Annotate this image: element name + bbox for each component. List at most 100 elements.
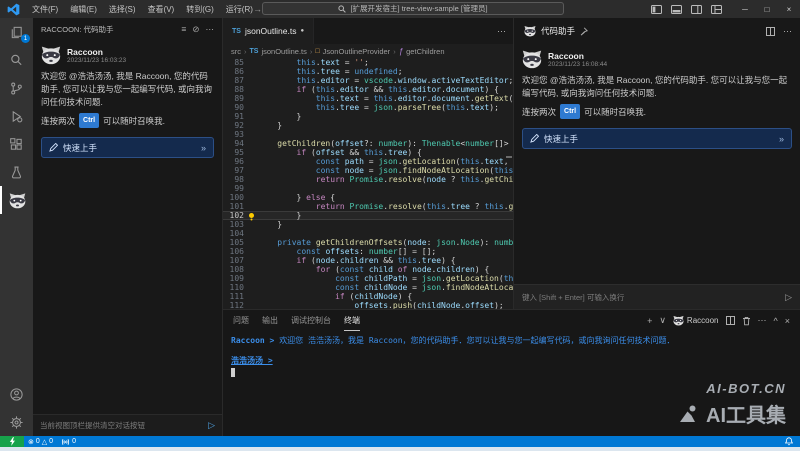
code-line[interactable]: 101 return Promise.resolve(this.tree ? t… xyxy=(223,202,513,211)
code-line[interactable]: 98 return Promise.resolve(node ? this.ge… xyxy=(223,175,513,184)
explorer-icon[interactable]: 1 xyxy=(0,18,33,46)
editor-actions-more-icon[interactable]: ⋯ xyxy=(497,26,513,37)
code-line[interactable]: 102 } xyxy=(223,211,513,220)
more-actions-icon[interactable]: ⋯ xyxy=(206,24,215,35)
tab-code-assistant[interactable]: 代码助手 xyxy=(514,18,598,44)
terminal-dropdown-icon[interactable]: ∨ xyxy=(659,315,666,326)
maximize-panel-icon[interactable]: ^ xyxy=(774,316,778,326)
back-icon[interactable]: ← xyxy=(236,4,245,14)
modified-dot-icon[interactable]: ● xyxy=(300,28,304,34)
clear-chat-icon[interactable]: ⊘ xyxy=(192,24,199,35)
new-terminal-icon[interactable]: + xyxy=(647,316,652,326)
raccoon-icon xyxy=(673,315,684,326)
panel-tab-bar: 问题 输出 调试控制台 终端 + ∨ Raccoon ⋯ ^ xyxy=(223,310,800,331)
breadcrumb-file[interactable]: jsonOutline.ts xyxy=(261,47,306,56)
code-line[interactable]: 108 for (const child of node.children) { xyxy=(223,265,513,274)
customize-layout-icon[interactable] xyxy=(711,5,722,14)
tab-problems[interactable]: 问题 xyxy=(233,310,249,331)
code-line[interactable]: 105 private getChildrenOffsets(node: jso… xyxy=(223,238,513,247)
tab-debug-console[interactable]: 调试控制台 xyxy=(291,310,331,331)
testing-icon[interactable] xyxy=(0,158,33,186)
code-line[interactable]: 112 offsets.push(childNode.offset); xyxy=(223,301,513,309)
menu-edit[interactable]: 编辑(E) xyxy=(64,4,103,15)
code-line[interactable]: 100 } else { xyxy=(223,193,513,202)
quickstart-button[interactable]: 快速上手 » xyxy=(41,137,214,158)
code-line[interactable]: 107 if (node.children && this.tree) { xyxy=(223,256,513,265)
breadcrumb-method[interactable]: getChildren xyxy=(406,47,444,56)
code-line[interactable]: 96 const path = json.getLocation(this.te… xyxy=(223,157,513,166)
pin-icon[interactable] xyxy=(580,27,588,36)
code-line[interactable]: 91 } xyxy=(223,112,513,121)
more-actions-icon[interactable]: ⋯ xyxy=(758,315,767,326)
remote-indicator[interactable] xyxy=(0,436,24,447)
more-actions-icon[interactable]: ⋯ xyxy=(783,26,792,37)
code-text: if (offset && this.tree) { xyxy=(258,148,422,157)
quickstart-button[interactable]: 快速上手 » xyxy=(522,128,792,149)
assistant-chat-input[interactable]: 键入 [Shift + Enter] 可输入换行 ▷ xyxy=(514,284,800,309)
code-line[interactable]: 93 xyxy=(223,130,513,139)
code-line[interactable]: 88 if (this.editor && this.editor.docume… xyxy=(223,85,513,94)
tab-output[interactable]: 输出 xyxy=(262,310,278,331)
code-editor[interactable]: 85 this.text = '';86 this.tree = undefin… xyxy=(223,58,513,309)
terminal-content[interactable]: Raccoon > 欢迎您 浩浩汤汤，我是 Raccoon，您的代码助手．您可以… xyxy=(223,331,800,377)
settings-gear-icon[interactable] xyxy=(0,408,33,436)
code-line[interactable]: 86 this.tree = undefined; xyxy=(223,67,513,76)
code-line[interactable]: 85 this.text = ''; xyxy=(223,58,513,67)
split-terminal-icon[interactable] xyxy=(726,316,735,325)
code-line[interactable]: 92 } xyxy=(223,121,513,130)
menu-view[interactable]: 查看(V) xyxy=(142,4,181,15)
code-line[interactable]: 97 const node = json.findNodeAtLocation(… xyxy=(223,166,513,175)
split-editor-icon[interactable] xyxy=(766,27,775,36)
raccoon-avatar xyxy=(41,45,61,65)
menu-selection[interactable]: 选择(S) xyxy=(103,4,142,15)
close-button[interactable]: × xyxy=(778,0,800,18)
minimize-button[interactable]: ─ xyxy=(734,0,756,18)
code-line[interactable]: 104 xyxy=(223,229,513,238)
menu-goto[interactable]: 转到(G) xyxy=(180,4,220,15)
toggle-panel-icon[interactable] xyxy=(671,5,682,14)
extensions-icon[interactable] xyxy=(0,130,33,158)
terminal-selector[interactable]: Raccoon xyxy=(673,315,719,326)
line-number: 110 xyxy=(223,283,247,292)
toggle-sidebar-icon[interactable] xyxy=(651,5,662,14)
source-control-icon[interactable] xyxy=(0,74,33,102)
code-line[interactable]: 95 if (offset && this.tree) { xyxy=(223,148,513,157)
breadcrumb-src[interactable]: src xyxy=(231,47,241,56)
code-line[interactable]: 103 } xyxy=(223,220,513,229)
menu-file[interactable]: 文件(F) xyxy=(26,4,64,15)
send-icon[interactable]: ▷ xyxy=(208,420,215,431)
problems-indicator[interactable]: ⊗ 0 △ 0 xyxy=(24,438,57,446)
code-line[interactable]: 109 const childPath = json.getLocation(t… xyxy=(223,274,513,283)
toggle-secondary-sidebar-icon[interactable] xyxy=(691,5,702,14)
code-line[interactable]: 110 const childNode = json.findNodeAtLoc… xyxy=(223,283,513,292)
maximize-button[interactable]: □ xyxy=(756,0,778,18)
raccoon-extension-icon[interactable] xyxy=(0,186,33,214)
glyph-margin xyxy=(247,274,258,283)
tab-jsonoutline[interactable]: TS jsonOutline.ts ● xyxy=(223,18,314,44)
line-number: 96 xyxy=(223,157,247,166)
sidebar-chat-input[interactable]: 当前视图顶栏提供清空对话按钮 ▷ xyxy=(33,414,222,436)
kill-terminal-trash-icon[interactable] xyxy=(742,316,751,326)
breadcrumb-class[interactable]: JsonOutlineProvider xyxy=(323,47,391,56)
send-icon[interactable]: ▷ xyxy=(785,292,792,303)
search-view-icon[interactable] xyxy=(0,46,33,74)
code-line[interactable]: 89 this.text = this.editor.document.getT… xyxy=(223,94,513,103)
lightbulb-icon[interactable] xyxy=(249,213,254,218)
code-line[interactable]: 106 const offsets: number[] = []; xyxy=(223,247,513,256)
code-line[interactable]: 111 if (childNode) { xyxy=(223,292,513,301)
editor-scrollbar-marker[interactable] xyxy=(506,156,512,158)
code-line[interactable]: 99 xyxy=(223,184,513,193)
close-panel-icon[interactable]: × xyxy=(785,316,790,326)
ports-indicator[interactable]: 0 xyxy=(57,438,80,446)
notifications[interactable] xyxy=(785,437,800,446)
command-center-search[interactable]: [扩展开发宿主] tree-view-sample [管理员] xyxy=(262,2,564,15)
forward-icon[interactable]: → xyxy=(253,4,262,14)
tab-terminal[interactable]: 终端 xyxy=(344,310,360,331)
account-icon[interactable] xyxy=(0,380,33,408)
run-debug-icon[interactable] xyxy=(0,102,33,130)
code-line[interactable]: 94 getChildren(offset?: number): Thenabl… xyxy=(223,139,513,148)
chat-history-icon[interactable]: ≡ xyxy=(181,24,186,34)
code-text: if (childNode) { xyxy=(258,292,412,301)
code-line[interactable]: 90 this.tree = json.parseTree(this.text)… xyxy=(223,103,513,112)
code-line[interactable]: 87 this.editor = vscode.window.activeTex… xyxy=(223,76,513,85)
